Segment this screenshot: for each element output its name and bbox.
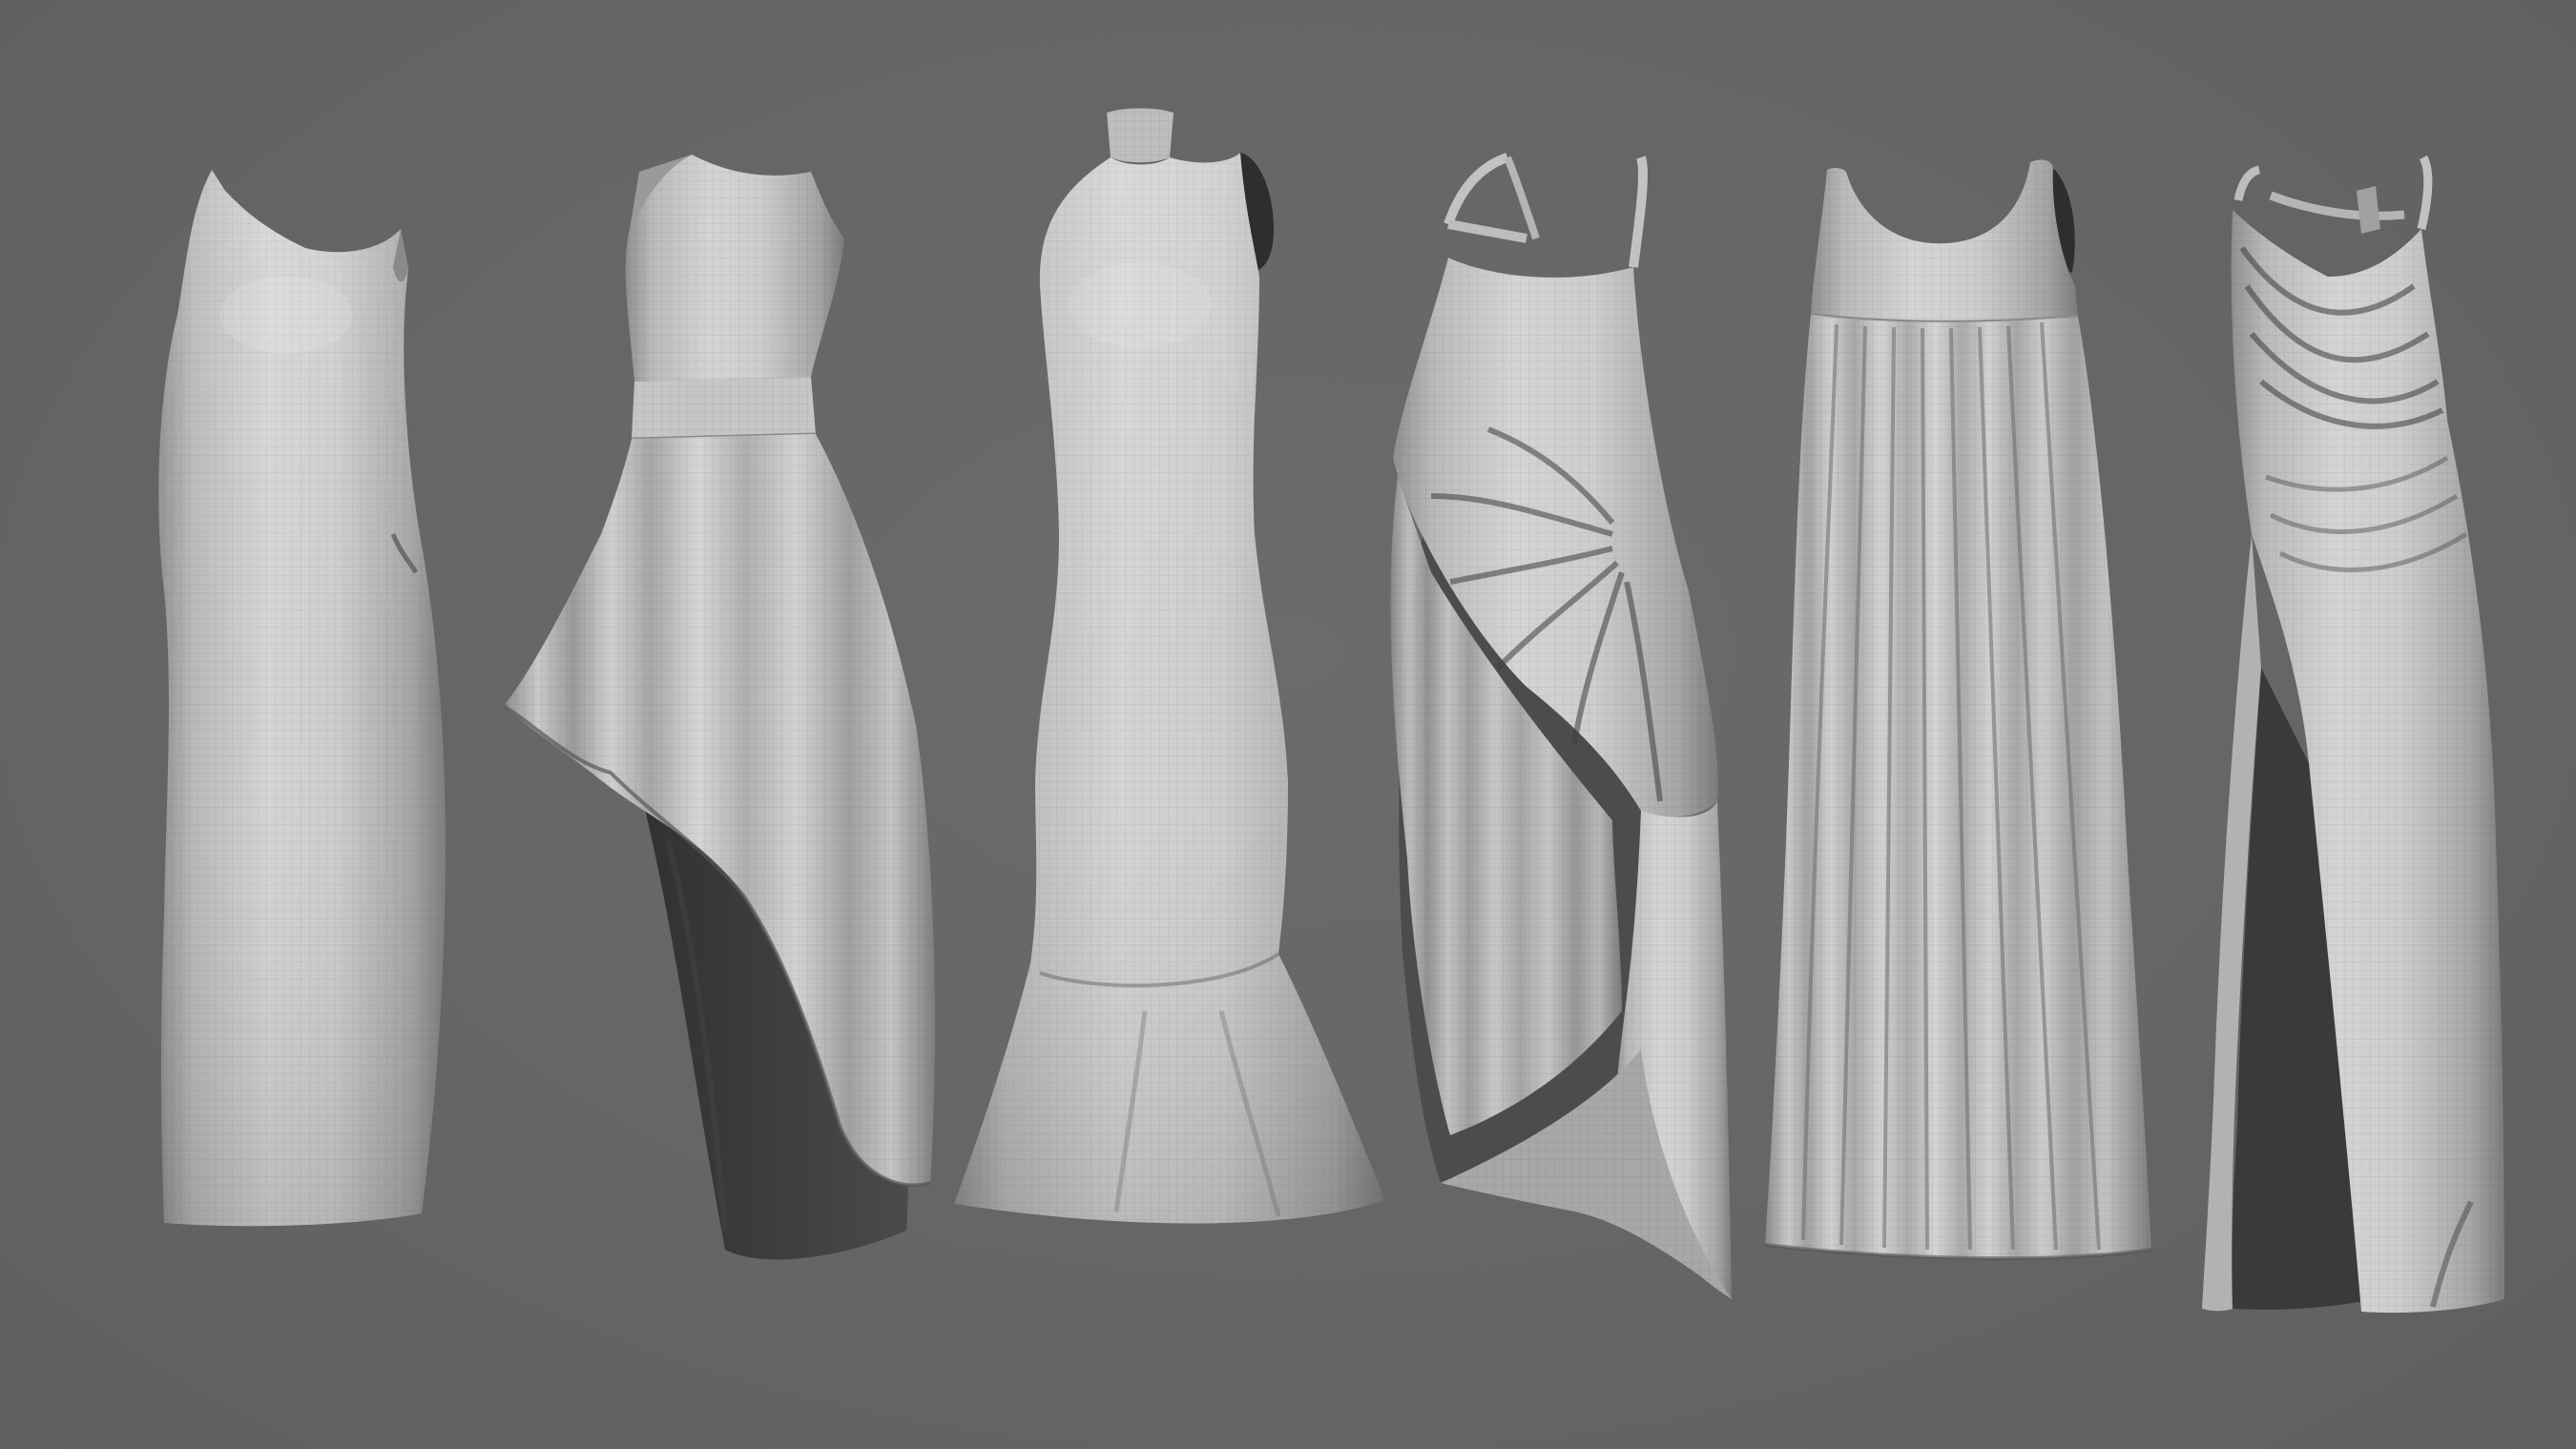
render-viewport <box>0 0 2576 1449</box>
garment-one-shoulder-high-low-skirt-dress <box>502 155 935 1260</box>
garment-asymmetric-draped-slip-dress <box>1390 153 1732 1299</box>
garment-cowl-neck-high-slit-gown <box>2202 155 2504 1314</box>
garment-sleeveless-mermaid-dress <box>954 108 1385 1224</box>
garment-one-shoulder-bodycon-dress <box>158 170 446 1227</box>
garment-empire-waist-pleated-maxi-dress <box>1764 159 2152 1261</box>
garment-render <box>158 108 2504 1314</box>
